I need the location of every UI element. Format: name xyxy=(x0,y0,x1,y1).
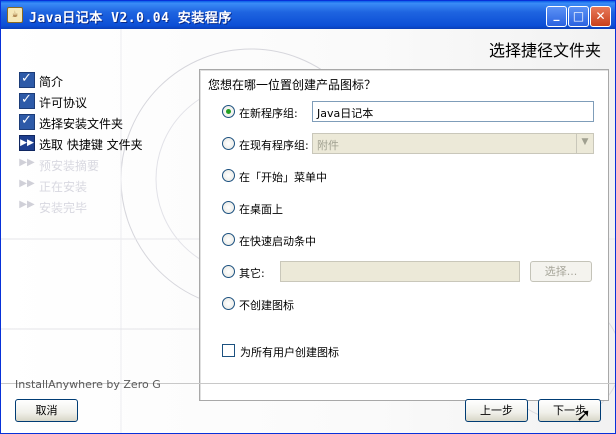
close-button[interactable]: ✕ xyxy=(590,6,611,27)
double-arrow-icon: ▶▶ xyxy=(19,157,35,168)
shortcut-options-panel: 您想在哪一位置创建产品图标？ 在新程序组: Java日记本 在现有程序组: 附件… xyxy=(199,69,609,401)
question-text: 您想在哪一位置创建产品图标？ xyxy=(208,78,377,92)
all-users-label: 为所有用户创建图标 xyxy=(240,346,339,359)
step-item: 选择安装文件夹 xyxy=(19,113,199,134)
radio-button[interactable] xyxy=(222,265,235,278)
maximize-button[interactable]: □ xyxy=(568,6,589,27)
new-group-input[interactable]: Java日记本 xyxy=(312,101,594,122)
radio-button[interactable] xyxy=(222,297,235,310)
installer-app-icon: ☕ xyxy=(7,7,23,23)
maximize-icon: □ xyxy=(572,9,585,23)
minimize-button[interactable]: _ xyxy=(546,6,567,27)
chevron-down-icon[interactable]: ▼ xyxy=(576,134,593,153)
option-label: 在「开始」菜单中 xyxy=(239,171,327,184)
checkmark-icon xyxy=(19,92,35,109)
step-item: ▶▶ 正在安装 xyxy=(19,176,199,197)
cancel-button[interactable]: 取消 xyxy=(15,399,78,422)
step-item: ▶▶ 安装完毕 xyxy=(19,197,199,218)
next-button[interactable]: 下一步 xyxy=(538,399,601,422)
option-label: 在快速启动条中 xyxy=(239,235,316,248)
other-path-input[interactable] xyxy=(280,261,520,282)
all-users-checkbox[interactable] xyxy=(222,344,235,357)
double-arrow-icon: ▶▶ xyxy=(19,199,35,210)
option-label: 其它: xyxy=(239,267,265,280)
step-list: 简介 许可协议 选择安装文件夹 ▶▶ 选取 快捷键 文件夹 ▶▶ 预安装摘要 ▶… xyxy=(19,71,199,218)
step-label: 选取 快捷键 文件夹 xyxy=(39,138,143,152)
installer-brand: InstallAnywhere by Zero G xyxy=(15,378,161,391)
step-label: 选择安装文件夹 xyxy=(39,117,124,131)
step-item: ▶▶ 选取 快捷键 文件夹 xyxy=(19,134,199,155)
radio-button[interactable] xyxy=(222,169,235,182)
double-arrow-icon: ▶▶ xyxy=(19,135,35,151)
mouse-cursor-icon: ➚ xyxy=(576,405,592,426)
title-bar[interactable]: ☕ Java日记本 V2.0.04 安装程序 _ □ ✕ xyxy=(1,1,615,29)
step-label: 正在安装 xyxy=(39,180,88,194)
existing-group-select[interactable]: 附件 ▼ xyxy=(312,133,594,154)
radio-button[interactable] xyxy=(222,137,235,150)
step-item: 许可协议 xyxy=(19,92,199,113)
checkmark-icon xyxy=(19,113,35,130)
checkmark-icon xyxy=(19,71,35,88)
step-item: ▶▶ 预安装摘要 xyxy=(19,155,199,176)
step-label: 安装完毕 xyxy=(39,201,88,215)
window-title: Java日记本 V2.0.04 安装程序 xyxy=(29,11,232,26)
radio-button[interactable] xyxy=(222,105,235,118)
radio-button[interactable] xyxy=(222,201,235,214)
step-label: 许可协议 xyxy=(39,96,88,110)
page-heading: 选择捷径文件夹 xyxy=(488,41,601,60)
browse-button[interactable]: 选择... xyxy=(530,261,592,282)
step-label: 简介 xyxy=(39,75,64,89)
step-label: 预安装摘要 xyxy=(39,159,100,173)
double-arrow-icon: ▶▶ xyxy=(19,178,35,189)
installer-content: 选择捷径文件夹 简介 许可协议 选择安装文件夹 ▶▶ 选取 快捷键 文件夹 ▶▶… xyxy=(1,29,615,433)
option-label: 在现有程序组: xyxy=(239,139,309,152)
option-label: 不创建图标 xyxy=(239,299,294,312)
option-label: 在桌面上 xyxy=(239,203,283,216)
option-label: 在新程序组: xyxy=(239,107,298,120)
radio-button[interactable] xyxy=(222,233,235,246)
installer-window: ☕ Java日记本 V2.0.04 安装程序 _ □ ✕ 选择捷径文件夹 简介 xyxy=(0,0,616,434)
minimize-icon: _ xyxy=(553,7,560,21)
step-item: 简介 xyxy=(19,71,199,92)
close-icon: ✕ xyxy=(595,9,606,23)
back-button[interactable]: 上一步 xyxy=(465,399,528,422)
existing-group-value: 附件 xyxy=(317,139,339,152)
